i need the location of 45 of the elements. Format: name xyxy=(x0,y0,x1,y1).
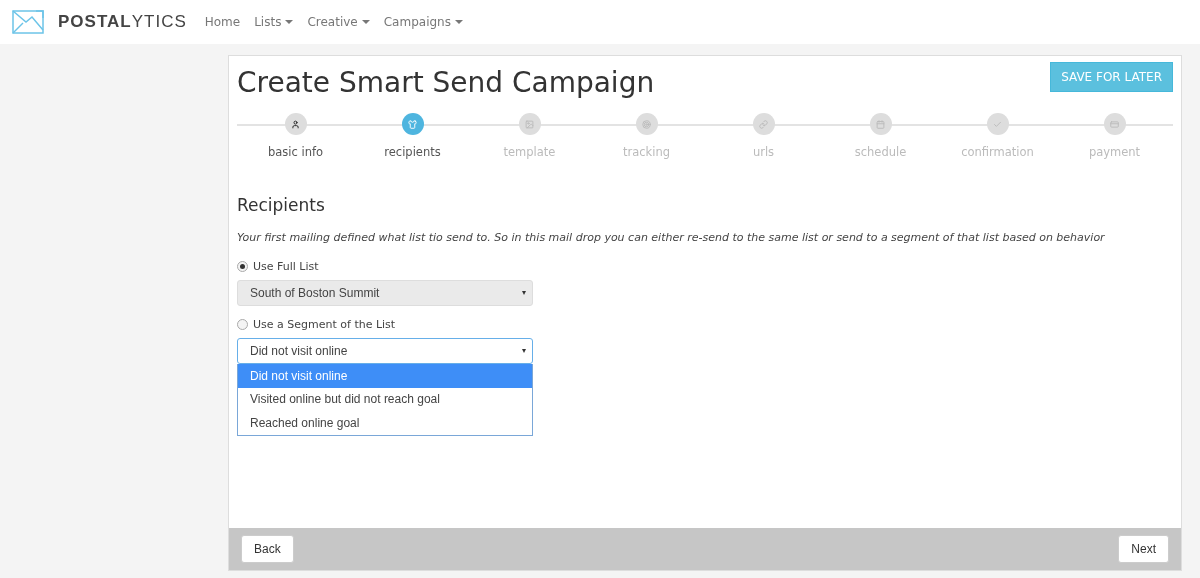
step-label: recipients xyxy=(384,145,441,159)
nav-link[interactable]: Campaigns xyxy=(383,15,463,29)
step-marker[interactable] xyxy=(752,113,775,135)
step-marker[interactable] xyxy=(518,113,541,135)
radio-button[interactable] xyxy=(237,261,248,272)
user-icon xyxy=(291,119,300,129)
caret-icon xyxy=(454,20,463,24)
step-label: schedule xyxy=(854,145,907,159)
nav-link[interactable]: Creative xyxy=(307,15,370,29)
step-label: basic info xyxy=(267,145,324,159)
step-marker[interactable] xyxy=(986,113,1009,135)
step-label: urls xyxy=(752,145,775,159)
envelope-chart-icon xyxy=(12,10,44,34)
radio-label: Use Full List xyxy=(253,260,319,273)
radio-label: Use a Segment of the List xyxy=(253,318,396,331)
shirt-icon xyxy=(408,119,417,129)
check-icon xyxy=(993,119,1002,129)
back-button[interactable]: Back xyxy=(241,535,294,563)
select-field[interactable]: Did not visit online xyxy=(237,338,533,364)
nav-link[interactable]: Lists xyxy=(254,15,294,29)
step-marker[interactable] xyxy=(1103,113,1126,135)
step-marker[interactable] xyxy=(401,113,424,135)
step-marker[interactable] xyxy=(284,113,307,135)
page-title: Create Smart Send Campaign xyxy=(237,66,655,99)
brand-name: POSTALYTICS xyxy=(58,12,187,32)
caret-icon xyxy=(522,349,526,353)
step-label: tracking xyxy=(622,145,671,159)
link-icon xyxy=(759,119,768,129)
caret-icon xyxy=(285,20,294,24)
step-marker[interactable] xyxy=(869,113,892,135)
step-label: payment xyxy=(1088,145,1141,159)
card-icon xyxy=(1110,119,1119,129)
step-marker[interactable] xyxy=(635,113,658,135)
caret-icon xyxy=(522,291,526,295)
nav-link[interactable]: Home xyxy=(204,15,241,29)
target-icon xyxy=(642,119,651,129)
image-icon xyxy=(525,119,534,129)
radio-button[interactable] xyxy=(237,319,248,330)
caret-icon xyxy=(361,20,370,24)
section-heading: Recipients xyxy=(237,195,326,215)
step-label: template xyxy=(503,145,556,159)
calendar-icon xyxy=(876,119,885,129)
section-description: Your first mailing defined what list tio send to. So in this mail drop you can either re-send to the same list or send to a segment of that list based on behavior xyxy=(237,231,1106,244)
next-button[interactable]: Next xyxy=(1118,535,1169,563)
step-label: confirmation xyxy=(961,145,1034,159)
